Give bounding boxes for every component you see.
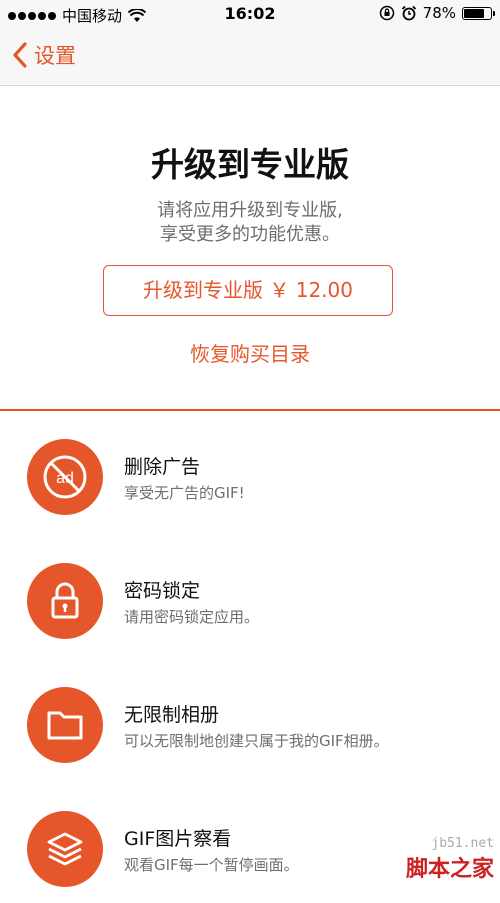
lock-icon <box>27 563 103 639</box>
upgrade-section: 升级到专业版 请将应用升级到专业版, 享受更多的功能优惠。 升级到专业版 ￥ 1… <box>0 86 500 410</box>
upgrade-description: 请将应用升级到专业版, 享受更多的功能优惠。 <box>0 199 500 247</box>
feature-title: 密码锁定 <box>124 580 201 602</box>
watermark: jb51.net 脚本之家 <box>406 836 494 883</box>
orientation-lock-icon <box>379 5 394 21</box>
battery-fill <box>464 8 484 18</box>
page-title: 升级到专业版 <box>151 145 349 184</box>
description-line-2: 享受更多的功能优惠。 <box>160 224 340 245</box>
feature-title: GIF图片察看 <box>124 828 232 850</box>
feature-item-unlimited-albums: 无限制相册 可以无限制地创建只属于我的GIF相册。 <box>0 659 500 779</box>
back-button[interactable]: 设置 <box>12 40 76 70</box>
chevron-left-icon <box>13 42 27 68</box>
restore-purchases-link[interactable]: 恢复购买目录 <box>0 338 500 367</box>
feature-subtitle: 可以无限制地创建只属于我的GIF相册。 <box>124 732 389 750</box>
no-ads-icon: ad <box>27 439 103 515</box>
watermark-url: jb51.net <box>431 836 494 851</box>
feature-title: 删除广告 <box>124 456 201 478</box>
status-right: 78% <box>379 4 495 22</box>
upgrade-purchase-button[interactable]: 升级到专业版 ￥ 12.00 <box>103 265 393 316</box>
svg-text:ad: ad <box>56 470 74 487</box>
feature-subtitle: 享受无广告的GIF! <box>124 484 245 502</box>
watermark-text: 脚本之家 <box>405 857 494 882</box>
description-line-1: 请将应用升级到专业版, <box>157 200 343 221</box>
folder-icon <box>27 687 103 763</box>
battery-percent: 78% <box>422 4 456 22</box>
layers-icon <box>27 811 103 887</box>
feature-item-remove-ads: ad 删除广告 享受无广告的GIF! <box>0 411 500 531</box>
back-label: 设置 <box>34 44 76 68</box>
feature-subtitle: 请用密码锁定应用。 <box>124 608 260 626</box>
feature-title: 无限制相册 <box>124 704 220 726</box>
status-bar: 中国移动 16:02 78% <box>0 0 500 28</box>
feature-item-passcode-lock: 密码锁定 请用密码锁定应用。 <box>0 535 500 655</box>
battery-icon <box>462 6 495 20</box>
navigation-bar: 设置 <box>0 28 500 86</box>
alarm-icon <box>401 5 416 21</box>
feature-subtitle: 观看GIF每一个暂停画面。 <box>124 856 299 874</box>
